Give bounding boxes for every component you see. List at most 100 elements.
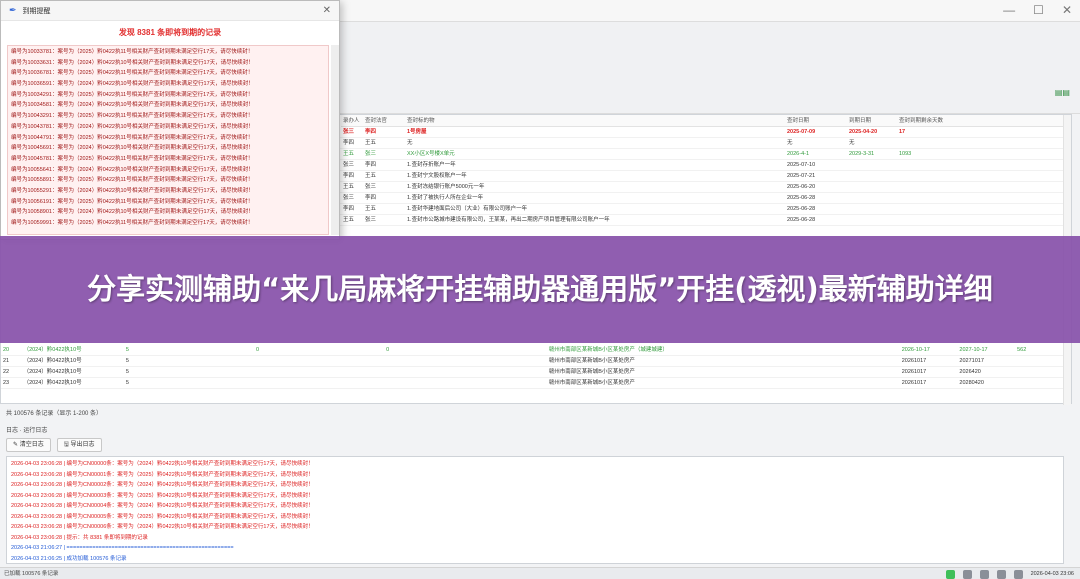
table-cell: 20261017 bbox=[901, 369, 927, 375]
export-log-button[interactable]: 🖫 导出日志 bbox=[56, 438, 102, 452]
overlay-banner: 分享实测辅助“来几局麻将开挂辅助器通用版”开挂(透视)最新辅助详细 bbox=[0, 236, 1080, 343]
table-cell: 李四 bbox=[343, 206, 355, 212]
table-cell: 2025-06-28 bbox=[787, 195, 816, 201]
list-item: 编号为10043291：案号为（2025）黔0422执11号相关财产查封到期未满… bbox=[11, 113, 254, 120]
table-cell bbox=[897, 138, 977, 148]
record-count-status: 共 100576 条记录（显示 1-200 条） bbox=[6, 411, 103, 417]
table-cell bbox=[847, 182, 897, 192]
list-item: 编号为10043781：案号为（2024）黔0422执10号相关财产查封到期未满… bbox=[11, 123, 254, 130]
table-cell: 1093 bbox=[899, 151, 912, 157]
table-cell: 张三 bbox=[343, 195, 355, 201]
dialog-title: 到期提醒 bbox=[22, 7, 51, 15]
table-cell: 0 bbox=[386, 347, 390, 353]
table-cell: 张三 bbox=[365, 217, 377, 223]
reminder-dialog: ✒ 到期提醒 ✕ 发现 8381 条即将到期的记录 编号为10033781：案号… bbox=[0, 0, 340, 240]
table-row[interactable]: 23 （2024）黔0422执10号 5 赣州市南部区某新城B小区某处房产 202610… bbox=[1, 378, 1071, 389]
pencil-icon: ✎ bbox=[13, 442, 20, 448]
table-cell: 2025-06-28 bbox=[787, 217, 816, 223]
app-icon[interactable] bbox=[996, 569, 1006, 579]
table-cell bbox=[897, 160, 977, 170]
table-cell bbox=[897, 204, 977, 214]
table-cell: 李四 bbox=[343, 173, 355, 179]
table-cell: 2029-3-31 bbox=[849, 151, 875, 157]
maximize-icon[interactable]: ☐ bbox=[1033, 3, 1044, 17]
list-item: 编号为10045691：案号为（2024）黔0422执10号相关财产查封到期未满… bbox=[11, 145, 254, 152]
list-item: 编号为10034291：案号为（2025）黔0422执11号相关财产查封到期未满… bbox=[11, 91, 254, 98]
table-cell: 王五 bbox=[365, 140, 377, 146]
table-cell: 1.查封存折账户一年 bbox=[407, 162, 456, 168]
green-action-icon[interactable]: ▤▤ bbox=[1055, 88, 1070, 97]
col-header[interactable]: 录办人 bbox=[341, 115, 363, 126]
log-output[interactable]: 2026-04-03 23:06:28 | 编号为CN00000条：案号为（20… bbox=[6, 456, 1064, 564]
log-panel-title: 日志 · 运行日志 bbox=[6, 428, 48, 434]
table-cell: 20 bbox=[3, 347, 10, 353]
table-cell: 赣州市南部区某新城B小区某处房产 bbox=[548, 369, 635, 375]
table-cell: 23 bbox=[3, 380, 10, 386]
clear-log-button[interactable]: ✎ 清空日志 bbox=[6, 438, 51, 452]
table-cell: 赣州市南部区某新城B小区某处房产（城建城建） bbox=[548, 347, 668, 353]
table-cell: （2024）黔0422执10号 bbox=[23, 380, 82, 386]
list-item: 编号为10055891：案号为（2025）黔0422执11号相关财产查封到期未满… bbox=[11, 177, 254, 184]
table-cell bbox=[254, 378, 384, 388]
reminder-list[interactable]: 编号为10033781：案号为（2025）黔0422执11号相关财产查封到期未满… bbox=[7, 45, 329, 235]
clear-log-label: 清空日志 bbox=[19, 442, 44, 448]
table-cell bbox=[384, 367, 547, 377]
log-line: 2026-04-03 23:06:28 | 编号为CN00004条：案号为（20… bbox=[11, 503, 314, 509]
log-line: 2026-04-03 21:06:27 | ==================… bbox=[11, 545, 234, 551]
table-cell bbox=[254, 356, 384, 366]
table-cell: 王五 bbox=[343, 184, 355, 190]
table-cell bbox=[847, 204, 897, 214]
app-icon[interactable] bbox=[962, 569, 972, 579]
table-body-lower: 20 （2024）黔0422执10号 5 0 0 赣州市南部区某新城B小区某处房产（城建城… bbox=[1, 345, 1071, 389]
list-item: 编号为10056191：案号为（2025）黔0422执11号相关财产查封到期未满… bbox=[11, 198, 254, 205]
table-cell: 无 bbox=[787, 140, 793, 146]
table-cell: 2027-10-17 bbox=[959, 347, 988, 353]
table-cell bbox=[847, 193, 897, 203]
log-line: 2026-04-03 23:06:28 | 提示：共 8381 条即将到期的记录 bbox=[11, 534, 148, 541]
app-icon[interactable] bbox=[979, 569, 989, 579]
col-header[interactable]: 查封到期剩余天数 bbox=[897, 115, 977, 126]
table-cell: 1.查封宁文股权账户一年 bbox=[407, 173, 467, 179]
table-cell: 2025-07-21 bbox=[787, 173, 816, 179]
dialog-titlebar: ✒ 到期提醒 ✕ bbox=[1, 1, 339, 21]
close-icon[interactable]: ✕ bbox=[1062, 3, 1072, 17]
table-cell: 王五 bbox=[365, 206, 377, 212]
table-cell: 17 bbox=[899, 129, 906, 135]
col-header[interactable]: 查封标的物 bbox=[405, 115, 785, 126]
minimize-icon[interactable]: — bbox=[1003, 3, 1015, 17]
log-line: 2026-04-03 23:06:28 | 编号为CN00006条：案号为（20… bbox=[11, 524, 314, 530]
list-item: 编号为10044791：案号为（2025）黔0422执11号相关财产查封到期未满… bbox=[11, 134, 254, 141]
col-header[interactable]: 到期日期 bbox=[847, 115, 897, 126]
col-header[interactable]: 查封日期 bbox=[785, 115, 847, 126]
log-line: 2026-04-03 23:06:28 | 编号为CN00003条：案号为（20… bbox=[11, 492, 314, 499]
log-line: 2026-04-03 21:06:25 | 成功加载 100576 条记录 bbox=[11, 555, 127, 562]
table-row[interactable]: 22 （2024）黔0422执10号 5 赣州市南部区某新城B小区某处房产 202610… bbox=[1, 367, 1071, 378]
table-cell: XX小区X号楼X单元 bbox=[407, 151, 455, 157]
table-cell: 1.查封市公路城市建设有限公司，王某某，再出二期房产项目管理有限公司账户一年 bbox=[407, 217, 610, 223]
close-icon[interactable]: ✕ bbox=[323, 5, 331, 16]
table-cell bbox=[897, 182, 977, 192]
table-row[interactable]: 21 （2024）黔0422执10号 5 赣州市南部区某新城B小区某处房产 202610… bbox=[1, 356, 1071, 367]
table-row[interactable]: 20 （2024）黔0422执10号 5 0 0 赣州市南部区某新城B小区某处房产（城建城… bbox=[1, 345, 1071, 356]
status-bar: 已加载 100576 条记录 2026-04-03 23:06 bbox=[0, 567, 1080, 579]
dialog-scrollbar[interactable] bbox=[331, 45, 339, 235]
table-cell bbox=[384, 378, 547, 388]
banner-text: 分享实测辅助“来几局麻将开挂辅助器通用版”开挂(透视)最新辅助详细 bbox=[87, 272, 993, 306]
table-cell bbox=[847, 160, 897, 170]
table-cell: 赣州市南部区某新城B小区某处房产 bbox=[548, 380, 635, 386]
table-cell: 1.查封了被执行人所在企业一年 bbox=[407, 195, 484, 201]
col-header[interactable]: 查封法官 bbox=[363, 115, 405, 126]
table-cell: 20280420 bbox=[959, 380, 984, 386]
dialog-heading: 发现 8381 条即将到期的记录 bbox=[118, 28, 222, 37]
export-log-label: 导出日志 bbox=[70, 442, 95, 448]
table-cell: （2024）黔0422执10号 bbox=[23, 358, 82, 364]
table-cell: 无 bbox=[849, 140, 855, 146]
table-cell: 5 bbox=[125, 347, 129, 353]
list-item: 编号为10055291：案号为（2024）黔0422执10号相关财产查封到期未满… bbox=[11, 187, 254, 194]
statusbar-text: 已加载 100576 条记录 bbox=[4, 571, 59, 577]
log-line: 2026-04-03 23:06:28 | 编号为CN00000条：案号为（20… bbox=[11, 461, 314, 467]
wechat-icon[interactable] bbox=[945, 569, 955, 579]
app-icon[interactable] bbox=[1013, 569, 1023, 579]
list-item: 编号为10055641：案号为（2024）黔0422执10号相关财产查封到期未满… bbox=[11, 166, 254, 173]
window-controls: — ☐ ✕ bbox=[1003, 3, 1072, 17]
